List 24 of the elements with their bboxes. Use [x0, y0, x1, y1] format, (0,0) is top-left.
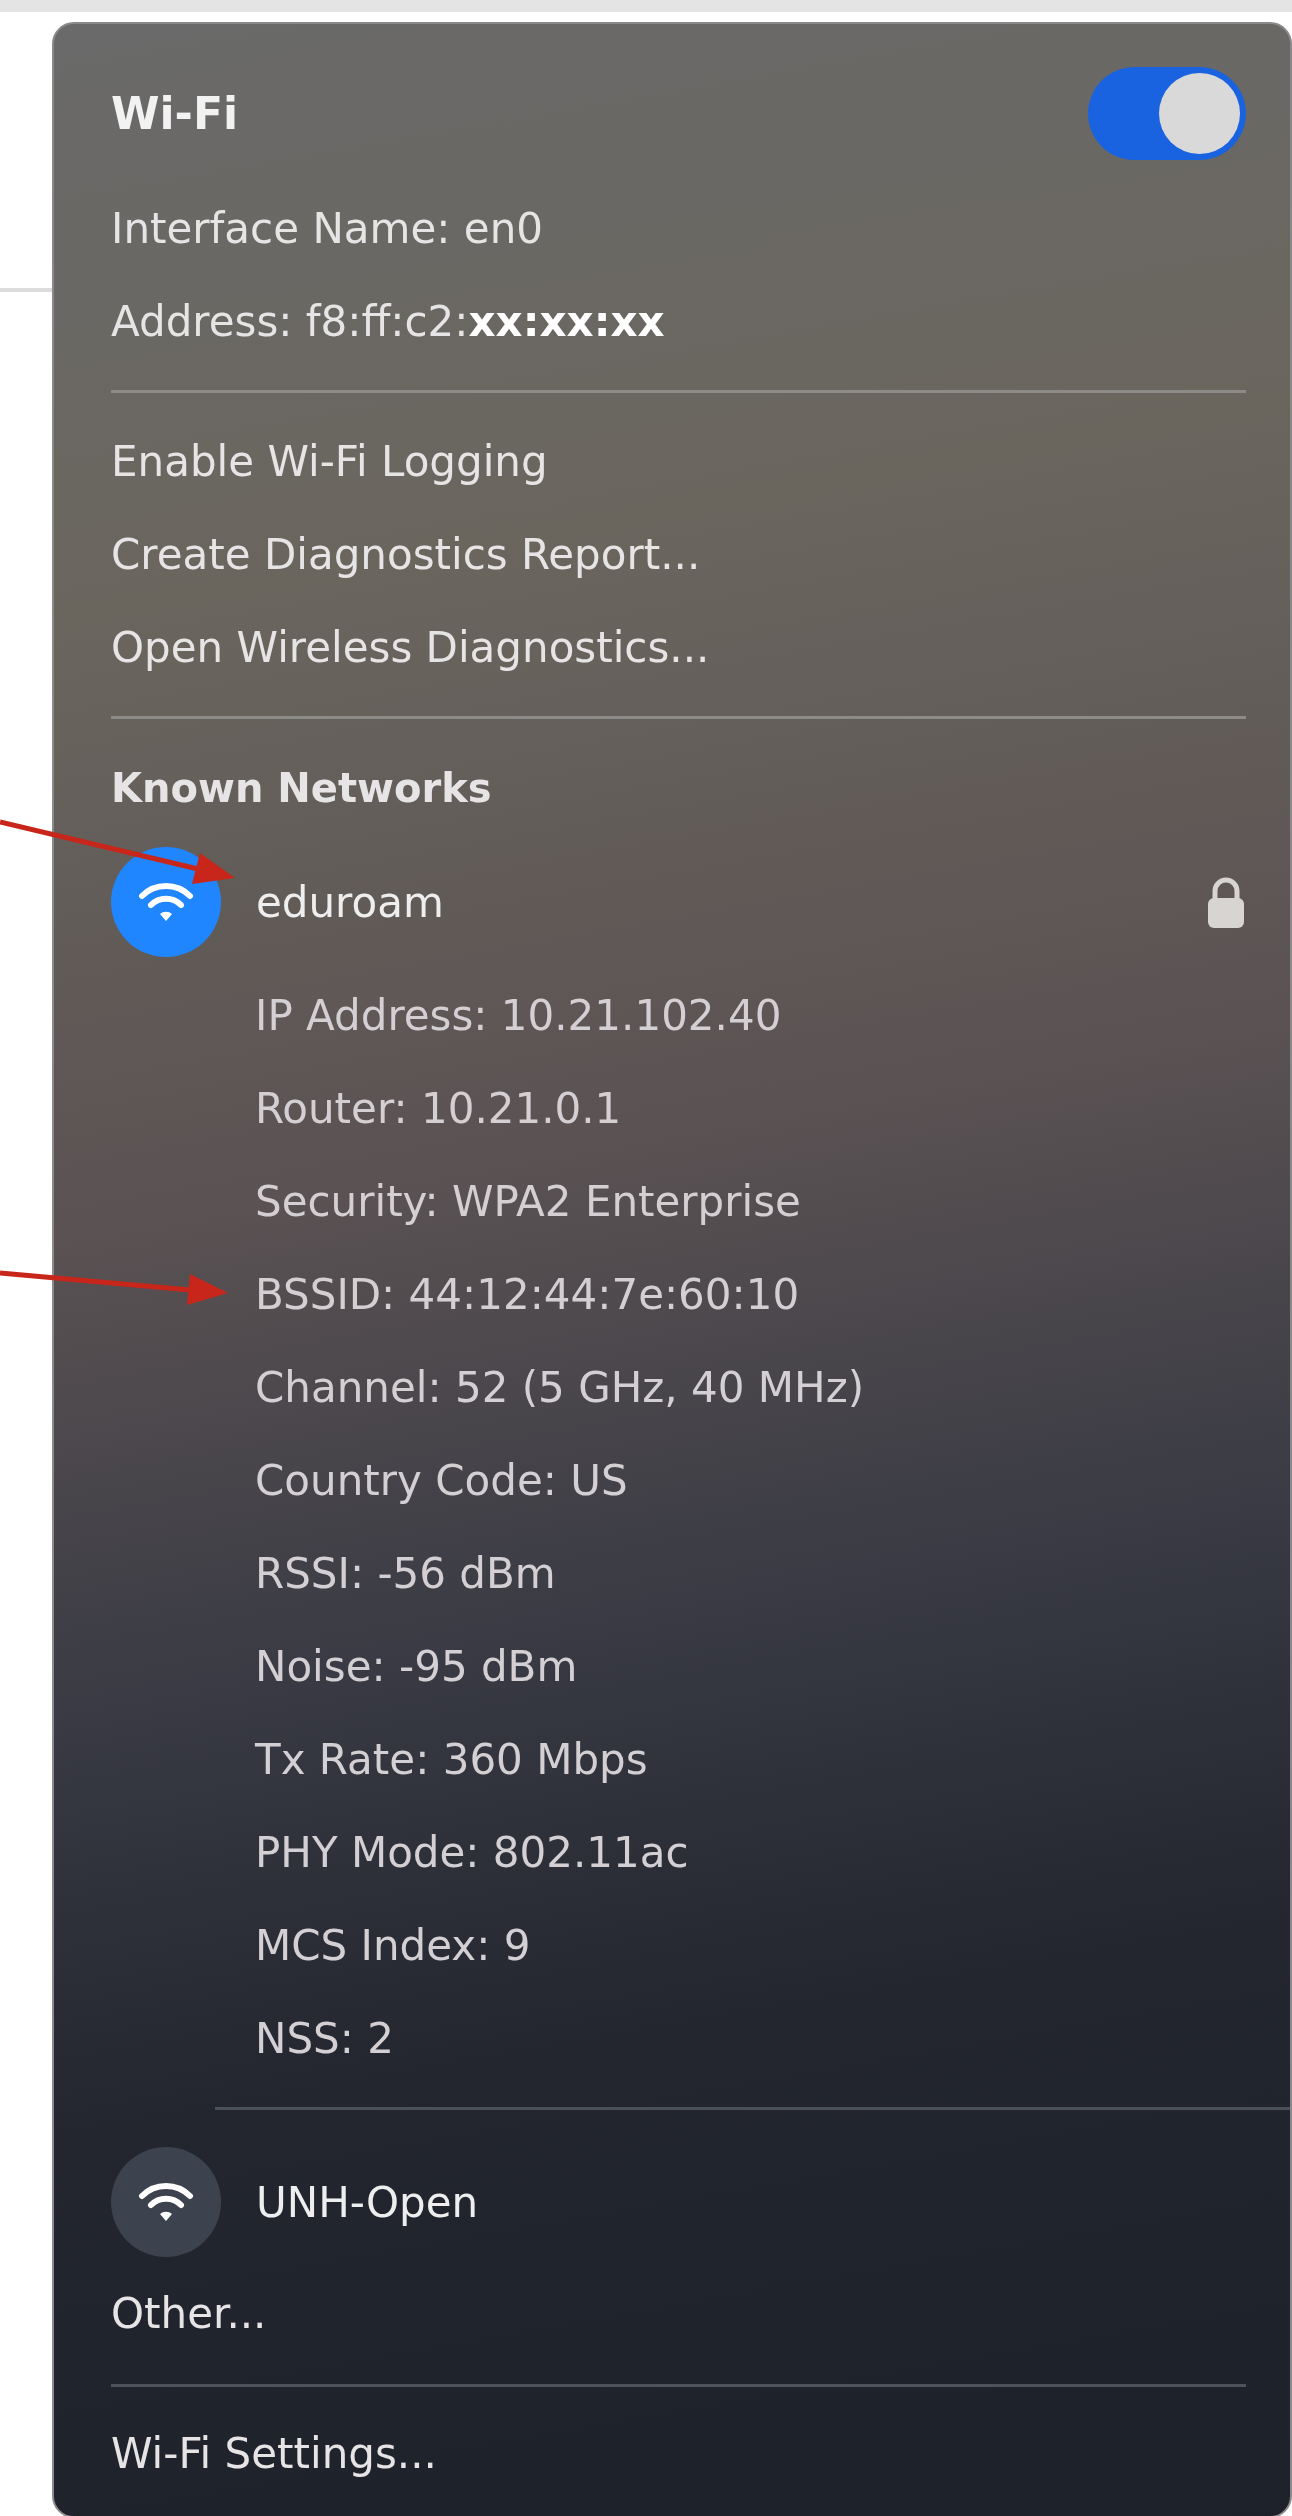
- network-detail-text: IP Address: 10.21.102.40: [255, 991, 782, 1040]
- network-detail-text: PHY Mode: 802.11ac: [255, 1828, 689, 1877]
- interface-info-text: Interface Name: en0: [111, 203, 544, 255]
- network-detail-text: BSSID: 44:12:44:7e:60:10: [255, 1270, 800, 1319]
- interface-info-text: Address: f8:ff:c2:xx:xx:xx: [111, 296, 666, 348]
- menu-item[interactable]: Wi-Fi Settings...: [111, 2407, 1246, 2500]
- network-detail-text: MCS Index: 9: [255, 1921, 531, 1970]
- section-heading: Known Networks: [111, 763, 493, 813]
- background-strip: [0, 288, 52, 292]
- network-detail-text: Tx Rate: 360 Mbps: [255, 1735, 648, 1784]
- menu-title: Wi-Fi: [111, 87, 238, 139]
- menu-item[interactable]: Create Diagnostics Report...: [111, 508, 1246, 601]
- network-detail-text: Router: 10.21.0.1: [255, 1084, 622, 1133]
- network-detail-text: Security: WPA2 Enterprise: [255, 1177, 801, 1226]
- network-name[interactable]: UNH-Open: [256, 2177, 1246, 2227]
- network-name[interactable]: eduroam: [256, 877, 1206, 927]
- network-detail-text: Noise: -95 dBm: [255, 1642, 578, 1691]
- menu-item[interactable]: Open Wireless Diagnostics...: [111, 601, 1246, 694]
- menu-item[interactable]: Enable Wi-Fi Logging: [111, 415, 1246, 508]
- network-detail-text: Country Code: US: [255, 1456, 628, 1505]
- network-detail-text: NSS: 2: [255, 2014, 394, 2063]
- network-detail-text: Channel: 52 (5 GHz, 40 MHz): [255, 1363, 865, 1412]
- menu-item[interactable]: Other...: [111, 2267, 1246, 2360]
- network-detail-text: RSSI: -56 dBm: [255, 1549, 556, 1598]
